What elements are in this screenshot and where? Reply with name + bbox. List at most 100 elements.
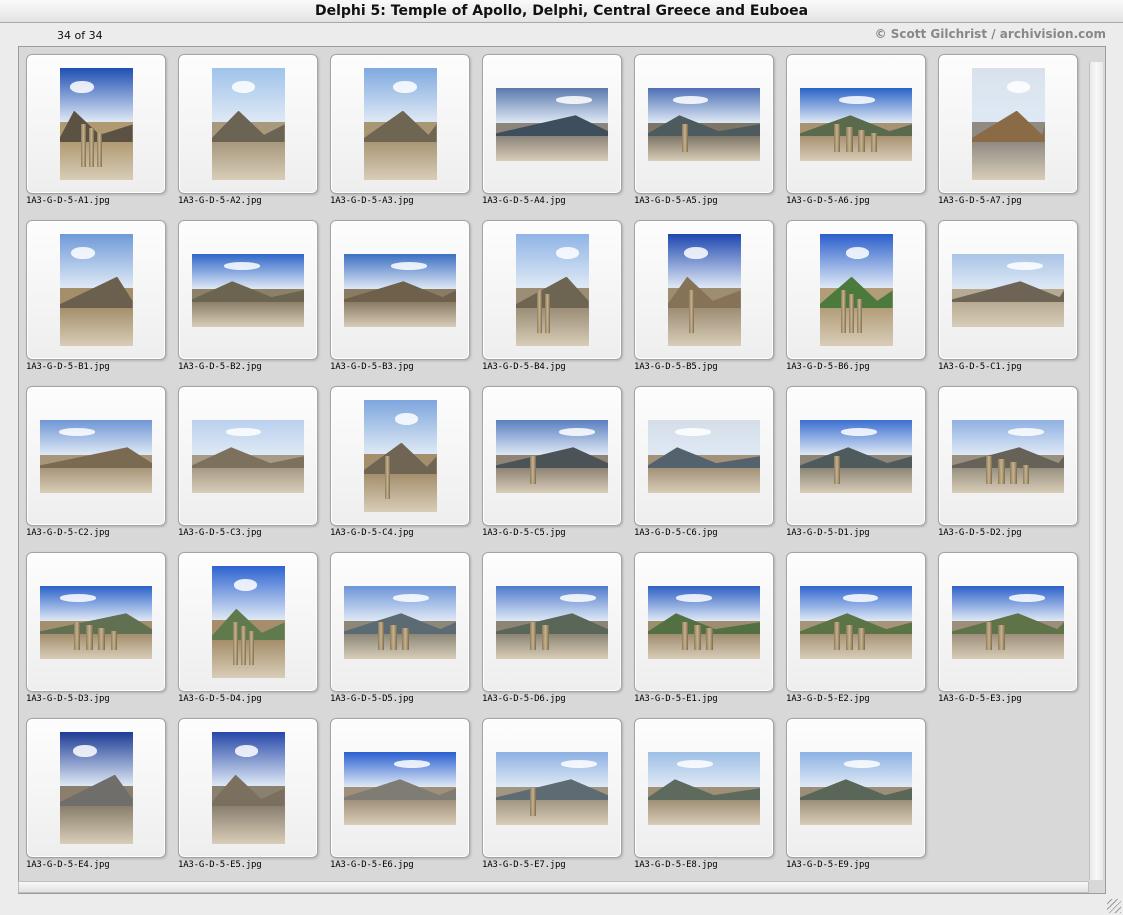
slide-thumbnail[interactable] (786, 718, 926, 858)
slide-filename: 1A3-G-D-5-E6.jpg (330, 860, 414, 870)
slide-filename: 1A3-G-D-5-E2.jpg (786, 694, 870, 704)
slide-photo (363, 400, 437, 512)
slide-thumbnail[interactable] (482, 718, 622, 858)
slide-photo (952, 253, 1064, 327)
slide-photo (40, 585, 152, 659)
slide-photo (344, 253, 456, 327)
slide-thumbnail[interactable] (178, 54, 318, 194)
slide-photo (496, 419, 608, 493)
slide-filename: 1A3-G-D-5-E8.jpg (634, 860, 718, 870)
window-title: Delphi 5: Temple of Apollo, Delphi, Cent… (0, 0, 1123, 23)
slide-photo (192, 419, 304, 493)
slide-filename: 1A3-G-D-5-A2.jpg (178, 196, 262, 206)
slide-filename: 1A3-G-D-5-E7.jpg (482, 860, 566, 870)
horizontal-scrollbar[interactable] (18, 881, 1089, 893)
slide-filename: 1A3-G-D-5-D2.jpg (938, 528, 1022, 538)
copyright-credit: © Scott Gilchrist / archivision.com (874, 27, 1106, 41)
slide-photo (648, 751, 760, 825)
slide-thumbnail[interactable] (26, 386, 166, 526)
slide-photo (344, 585, 456, 659)
slide-photo (952, 585, 1064, 659)
slide-filename: 1A3-G-D-5-E4.jpg (26, 860, 110, 870)
slide-thumbnail[interactable] (26, 718, 166, 858)
vertical-scrollbar[interactable] (1089, 62, 1103, 880)
slide-filename: 1A3-G-D-5-C2.jpg (26, 528, 110, 538)
slide-thumbnail[interactable] (482, 54, 622, 194)
slide-photo (971, 68, 1045, 180)
slide-thumbnail[interactable] (26, 552, 166, 692)
slide-filename: 1A3-G-D-5-C4.jpg (330, 528, 414, 538)
slide-filename: 1A3-G-D-5-B3.jpg (330, 362, 414, 372)
slide-thumbnail[interactable] (938, 552, 1078, 692)
slide-thumbnail[interactable] (482, 220, 622, 360)
slide-thumbnail[interactable] (26, 220, 166, 360)
slide-photo (211, 732, 285, 844)
slide-filename: 1A3-G-D-5-E9.jpg (786, 860, 870, 870)
slide-thumbnail[interactable] (634, 220, 774, 360)
slide-thumbnail[interactable] (26, 54, 166, 194)
slide-thumbnail[interactable] (330, 718, 470, 858)
slide-filename: 1A3-G-D-5-A6.jpg (786, 196, 870, 206)
slide-thumbnail[interactable] (634, 54, 774, 194)
slide-filename: 1A3-G-D-5-D4.jpg (178, 694, 262, 704)
slide-photo (496, 751, 608, 825)
slide-thumbnail[interactable] (786, 220, 926, 360)
slide-photo (344, 751, 456, 825)
slide-photo (496, 585, 608, 659)
slide-thumbnail[interactable] (634, 718, 774, 858)
slide-photo (211, 68, 285, 180)
slide-photo (496, 87, 608, 161)
slide-filename: 1A3-G-D-5-B5.jpg (634, 362, 718, 372)
slide-photo (211, 566, 285, 678)
slide-thumbnail[interactable] (786, 386, 926, 526)
slide-photo (59, 234, 133, 346)
slide-thumbnail[interactable] (178, 386, 318, 526)
slide-filename: 1A3-G-D-5-E5.jpg (178, 860, 262, 870)
slide-thumbnail[interactable] (330, 552, 470, 692)
slide-filename: 1A3-G-D-5-B1.jpg (26, 362, 110, 372)
slide-thumbnail[interactable] (634, 386, 774, 526)
slide-thumbnail[interactable] (330, 54, 470, 194)
slide-filename: 1A3-G-D-5-E3.jpg (938, 694, 1022, 704)
slide-photo (800, 419, 912, 493)
resize-grip-icon[interactable] (1107, 899, 1121, 913)
slide-filename: 1A3-G-D-5-D6.jpg (482, 694, 566, 704)
slide-filename: 1A3-G-D-5-B6.jpg (786, 362, 870, 372)
slide-photo (648, 585, 760, 659)
slide-thumbnail[interactable] (938, 220, 1078, 360)
image-count: 34 of 34 (57, 29, 103, 42)
slide-photo (952, 419, 1064, 493)
slide-photo (800, 751, 912, 825)
slide-photo (648, 87, 760, 161)
slide-filename: 1A3-G-D-5-C5.jpg (482, 528, 566, 538)
slide-photo (515, 234, 589, 346)
slide-thumbnail[interactable] (786, 552, 926, 692)
slide-thumbnail[interactable] (178, 220, 318, 360)
slide-filename: 1A3-G-D-5-B4.jpg (482, 362, 566, 372)
slide-filename: 1A3-G-D-5-A4.jpg (482, 196, 566, 206)
slide-filename: 1A3-G-D-5-A5.jpg (634, 196, 718, 206)
slide-filename: 1A3-G-D-5-D3.jpg (26, 694, 110, 704)
slide-thumbnail[interactable] (634, 552, 774, 692)
slide-photo (59, 732, 133, 844)
slide-photo (819, 234, 893, 346)
slide-photo (40, 419, 152, 493)
slide-thumbnail[interactable] (330, 386, 470, 526)
slide-thumbnail[interactable] (786, 54, 926, 194)
slide-thumbnail[interactable] (482, 386, 622, 526)
slide-thumbnail[interactable] (938, 386, 1078, 526)
slide-thumbnail[interactable] (482, 552, 622, 692)
slide-thumbnail[interactable] (178, 552, 318, 692)
slide-filename: 1A3-G-D-5-D5.jpg (330, 694, 414, 704)
slide-photo (363, 68, 437, 180)
slide-filename: 1A3-G-D-5-A1.jpg (26, 196, 110, 206)
slide-thumbnail[interactable] (330, 220, 470, 360)
slide-filename: 1A3-G-D-5-A3.jpg (330, 196, 414, 206)
slide-filename: 1A3-G-D-5-C3.jpg (178, 528, 262, 538)
slide-filename: 1A3-G-D-5-C1.jpg (938, 362, 1022, 372)
slide-filename: 1A3-G-D-5-A7.jpg (938, 196, 1022, 206)
slide-thumbnail[interactable] (938, 54, 1078, 194)
slide-thumbnail[interactable] (178, 718, 318, 858)
slide-filename: 1A3-G-D-5-B2.jpg (178, 362, 262, 372)
slide-photo (667, 234, 741, 346)
